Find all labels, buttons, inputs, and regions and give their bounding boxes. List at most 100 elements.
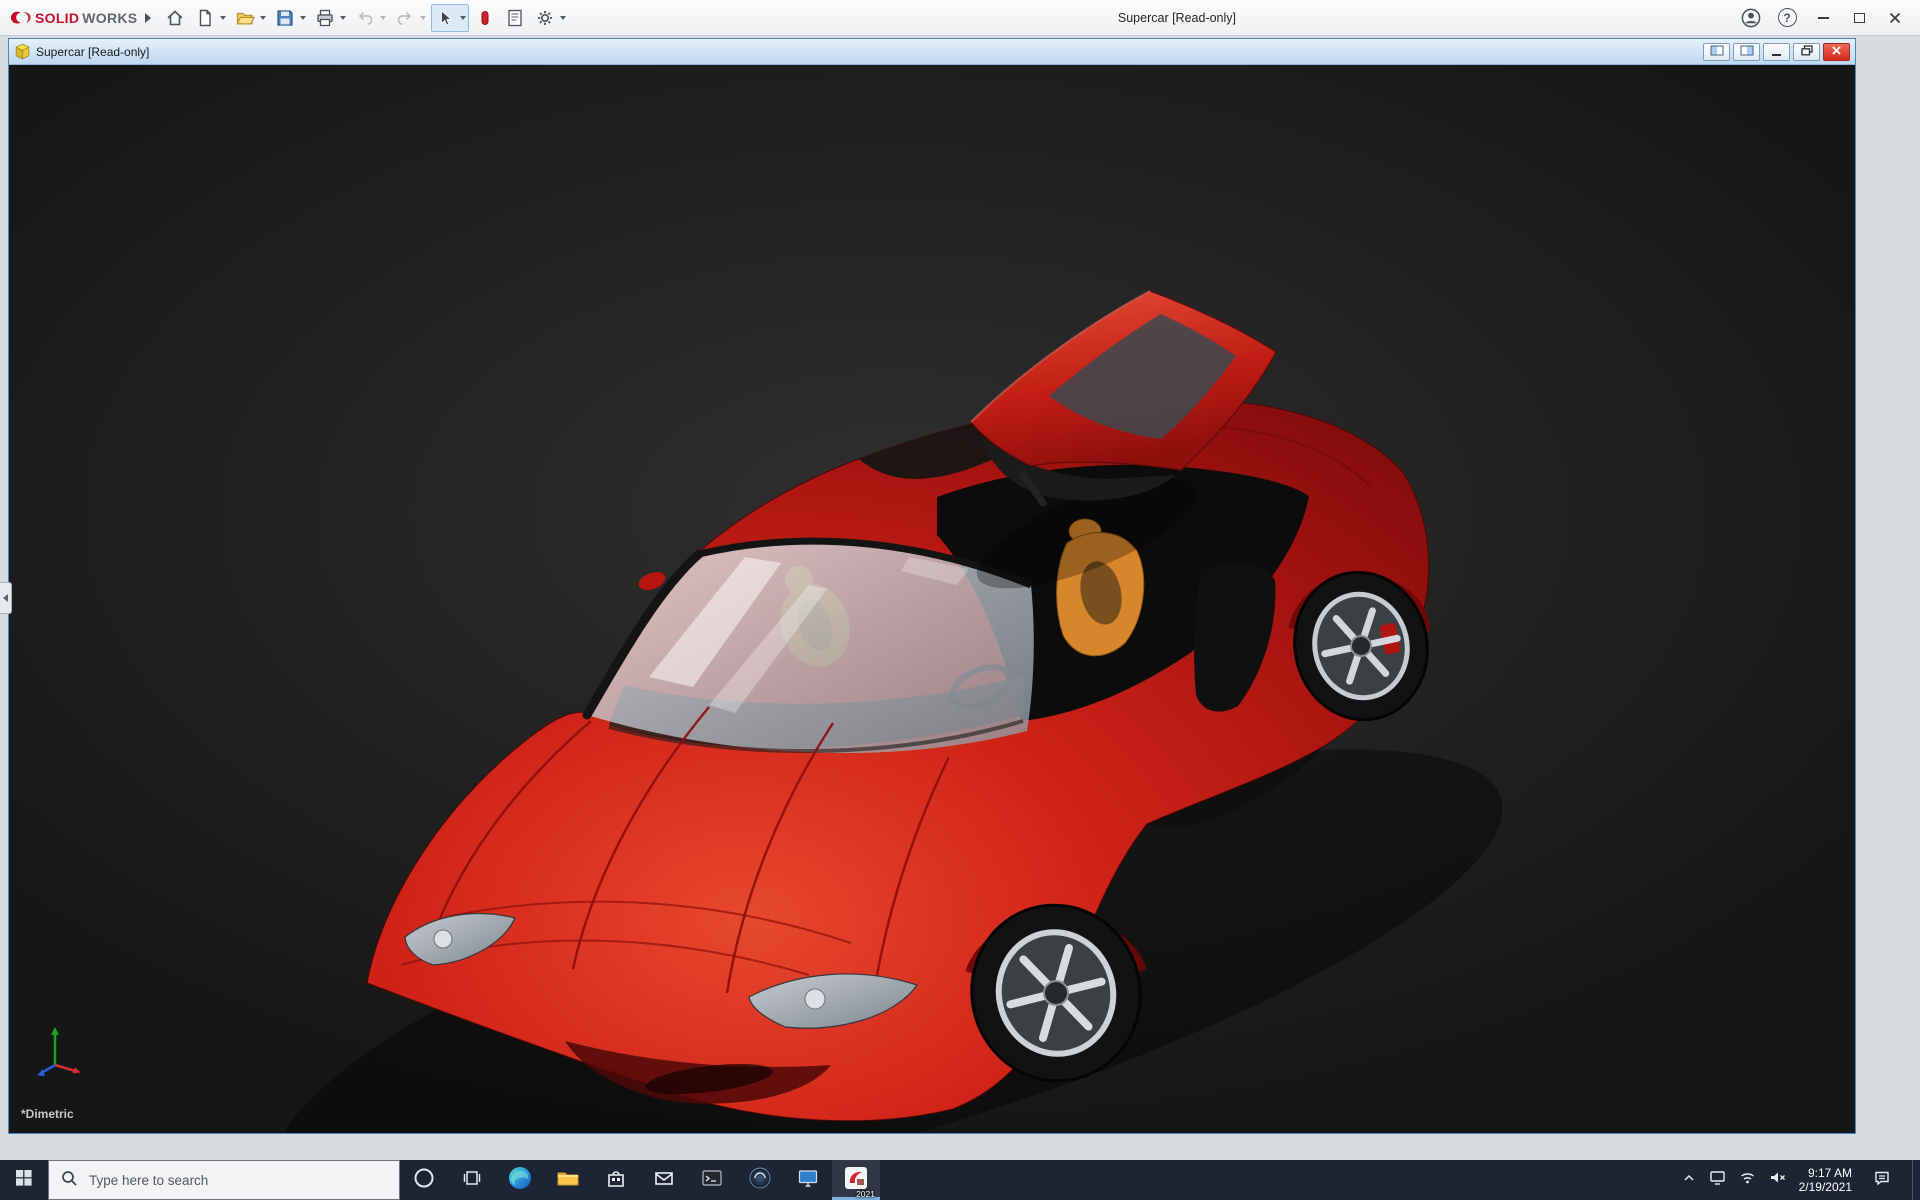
open-button[interactable] (231, 4, 269, 32)
menu-expand-arrow-icon[interactable] (145, 12, 152, 23)
tray-display-button[interactable] (1709, 1169, 1726, 1191)
taskbar-clock[interactable]: 9:17 AM 2/19/2021 (1799, 1166, 1852, 1195)
wifi-icon (1739, 1169, 1756, 1191)
graphics-viewport[interactable]: *Dimetric (9, 65, 1855, 1133)
monitor-app-button[interactable] (784, 1160, 832, 1200)
system-tray: 9:17 AM 2/19/2021 (1682, 1160, 1920, 1200)
supercar-model[interactable] (9, 65, 1855, 1133)
redo-button[interactable] (391, 4, 429, 32)
pane-right-icon (1740, 43, 1754, 61)
close-icon (1884, 7, 1906, 29)
new-document-icon (194, 7, 216, 29)
help-button[interactable]: ? (1772, 5, 1802, 31)
solidworks-logo: SOLID WORKS (10, 7, 137, 29)
app-window-controls: ? (1736, 5, 1914, 31)
edge-icon (507, 1165, 533, 1196)
document-titlebar[interactable]: Supercar [Read-only] (9, 39, 1855, 65)
red-capsule-button[interactable] (471, 4, 499, 32)
taskbar-search[interactable] (48, 1160, 400, 1200)
app-titlebar[interactable]: SOLID WORKS Supercar [Read-only] ? (0, 0, 1920, 36)
document-window: Supercar [Read-only] *Dimetric (8, 38, 1856, 1134)
dropdown-arrow-icon[interactable] (220, 15, 227, 20)
pane-toggle-right-button[interactable] (1733, 42, 1760, 61)
doc-minimize-button[interactable] (1763, 42, 1790, 61)
search-input[interactable] (87, 1171, 388, 1189)
store-bag-icon (604, 1166, 628, 1195)
doc-close-icon (1831, 43, 1842, 61)
save-button[interactable] (271, 4, 309, 32)
print-button[interactable] (311, 4, 349, 32)
open-folder-icon (234, 7, 256, 29)
tray-network-button[interactable] (1739, 1169, 1756, 1191)
clock-time: 9:17 AM (1807, 1165, 1852, 1180)
redo-icon (394, 7, 416, 29)
dropdown-arrow-icon[interactable] (340, 15, 347, 20)
quick-access-toolbar (161, 3, 569, 32)
select-tool-button[interactable] (431, 3, 470, 32)
dropdown-arrow-icon[interactable] (260, 15, 267, 20)
document-title: Supercar [Read-only] (36, 44, 150, 59)
close-button[interactable] (1880, 5, 1910, 31)
doc-close-button[interactable] (1823, 42, 1850, 61)
print-icon (314, 7, 336, 29)
screen: SOLID WORKS Supercar [Read-only] ? Super… (0, 0, 1920, 1200)
home-button[interactable] (161, 4, 189, 32)
task-view-button[interactable] (448, 1160, 496, 1200)
action-center-icon (1873, 1169, 1891, 1192)
search-icon (60, 1169, 78, 1192)
pane-toggle-left-button[interactable] (1703, 42, 1730, 61)
cortana-button[interactable] (400, 1160, 448, 1200)
tray-volume-button[interactable] (1769, 1169, 1786, 1191)
dropdown-arrow-icon[interactable] (460, 15, 467, 20)
round-app-button[interactable] (736, 1160, 784, 1200)
tray-chevron-button[interactable] (1682, 1171, 1696, 1190)
pane-left-icon (1710, 43, 1724, 61)
volume-muted-icon (1769, 1169, 1786, 1191)
minimize-icon (1817, 16, 1829, 19)
brand-works: WORKS (82, 9, 138, 26)
folder-icon (555, 1165, 581, 1196)
doc-restore-button[interactable] (1793, 42, 1820, 61)
chevron-up-icon (1682, 1171, 1696, 1190)
solidworks-version-badge: 2021 (856, 1189, 875, 1199)
undo-button[interactable] (351, 4, 389, 32)
start-button[interactable] (0, 1160, 48, 1200)
document-window-controls (1703, 42, 1850, 61)
windows-logo-icon (14, 1168, 34, 1193)
account-button[interactable] (1736, 5, 1766, 31)
view-orientation-label: *Dimetric (21, 1107, 74, 1121)
dropdown-arrow-icon[interactable] (560, 15, 567, 20)
show-desktop-button[interactable] (1912, 1160, 1918, 1200)
maximize-button[interactable] (1844, 5, 1874, 31)
dropdown-arrow-icon[interactable] (420, 15, 427, 20)
doc-restore-icon (1800, 43, 1813, 61)
edge-button[interactable] (496, 1160, 544, 1200)
task-view-icon (461, 1167, 483, 1194)
featuremanager-flyout-tab[interactable] (0, 582, 12, 614)
dropdown-arrow-icon[interactable] (380, 15, 387, 20)
maximize-icon (1853, 12, 1865, 23)
store-button[interactable] (592, 1160, 640, 1200)
display-icon (1709, 1169, 1726, 1191)
ds-logo-icon (10, 7, 32, 29)
terminal-button[interactable] (688, 1160, 736, 1200)
gear-icon (534, 7, 556, 29)
dropdown-arrow-icon[interactable] (300, 15, 307, 20)
cortana-icon (412, 1166, 436, 1195)
action-center-button[interactable] (1865, 1169, 1899, 1192)
minimize-button[interactable] (1808, 5, 1838, 31)
undo-icon (354, 7, 376, 29)
monitor-app-icon (796, 1166, 820, 1195)
part-file-icon (14, 43, 31, 60)
mail-envelope-icon (652, 1166, 676, 1195)
file-properties-icon (504, 7, 526, 29)
file-properties-button[interactable] (501, 4, 529, 32)
solidworks-taskbar-button[interactable]: 2021 (832, 1160, 880, 1200)
options-button[interactable] (531, 4, 569, 32)
file-explorer-button[interactable] (544, 1160, 592, 1200)
taskbar: 2021 9:17 AM 2/19/2021 (0, 1160, 1920, 1200)
new-document-button[interactable] (191, 4, 229, 32)
reference-triad (31, 1021, 87, 1077)
mail-button[interactable] (640, 1160, 688, 1200)
round-app-icon (748, 1166, 772, 1195)
